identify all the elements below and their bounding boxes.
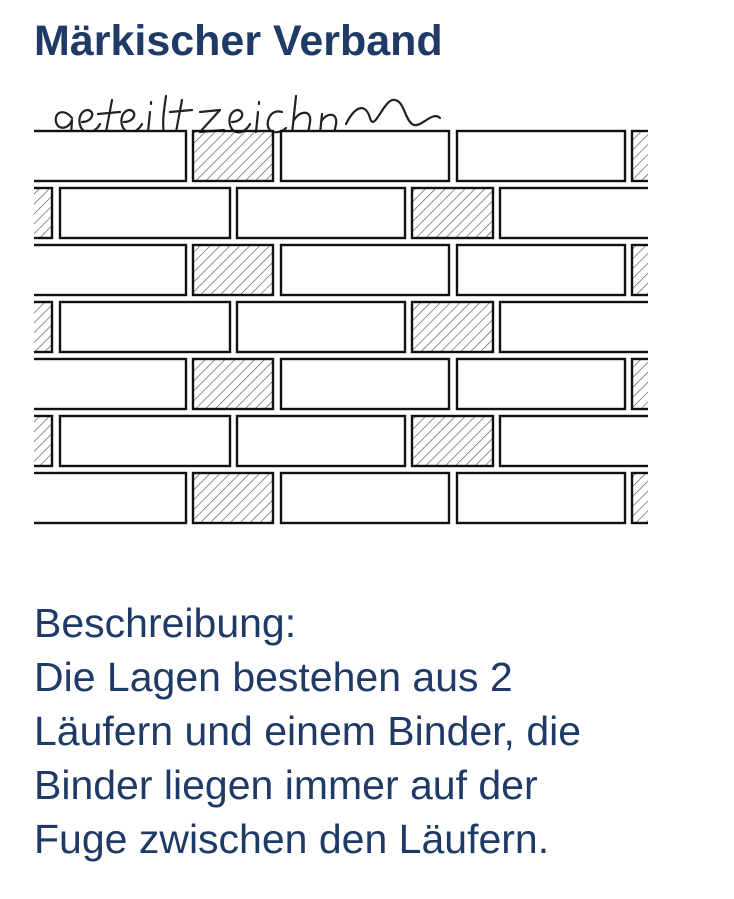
binder-brick [630, 243, 648, 297]
binder-brick [34, 300, 54, 354]
runner-brick [235, 186, 407, 240]
brick-bond-diagram [34, 94, 648, 525]
binder-brick [630, 357, 648, 411]
runner-brick [498, 186, 648, 240]
runner-brick [498, 414, 648, 468]
binder-brick [410, 186, 495, 240]
binder-brick [630, 471, 648, 525]
runner-brick [58, 414, 232, 468]
runner-brick [34, 243, 188, 297]
page-title: Märkischer Verband [34, 17, 443, 65]
runner-brick [279, 471, 451, 525]
description: Beschreibung: Die Lagen bestehen aus 2 L… [34, 596, 581, 866]
runner-brick [498, 300, 648, 354]
binder-brick [191, 129, 275, 183]
runner-brick [279, 129, 451, 183]
runner-brick [279, 243, 451, 297]
runner-brick [34, 357, 188, 411]
runner-brick [455, 471, 627, 525]
runner-brick [58, 186, 232, 240]
runner-brick [235, 414, 407, 468]
binder-brick [34, 414, 54, 468]
runner-brick [58, 300, 232, 354]
runner-brick [455, 357, 627, 411]
runner-brick [279, 357, 451, 411]
description-line: Fuge zwischen den Läufern. [34, 816, 550, 862]
binder-brick [191, 471, 275, 525]
binder-brick [34, 186, 54, 240]
runner-brick [235, 300, 407, 354]
binder-brick [630, 129, 648, 183]
runner-brick [34, 471, 188, 525]
description-line: Binder liegen immer auf der [34, 762, 538, 808]
binder-brick [191, 243, 275, 297]
description-line: Die Lagen bestehen aus 2 [34, 654, 513, 700]
binder-brick [191, 357, 275, 411]
runner-brick [34, 129, 188, 183]
binder-brick [410, 300, 495, 354]
description-line: Läufern und einem Binder, die [34, 708, 582, 754]
brick-wall [34, 129, 648, 525]
description-heading: Beschreibung: [34, 600, 297, 646]
binder-brick [410, 414, 495, 468]
runner-brick [455, 243, 627, 297]
runner-brick [455, 129, 627, 183]
